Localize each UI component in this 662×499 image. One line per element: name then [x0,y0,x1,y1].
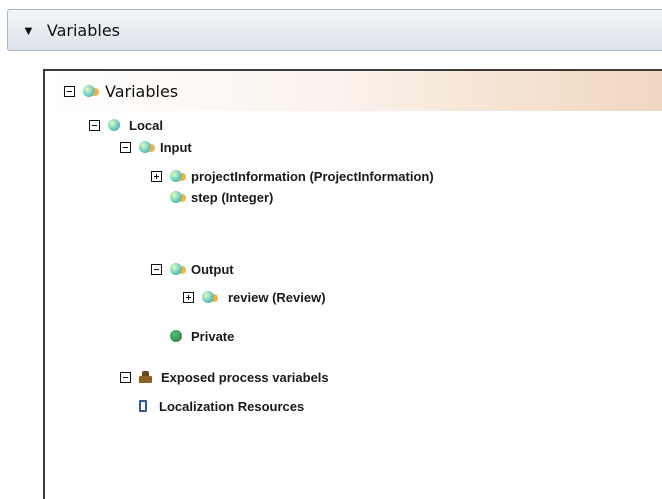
tree-node-variables[interactable]: Variables [64,81,179,101]
tree-node-label: Private [191,328,235,344]
resource-file-icon [139,400,147,412]
tree-node-review[interactable]: review (Review) [183,288,326,306]
variable-globe-icon [83,85,95,97]
collapse-toggle-icon[interactable] [151,263,162,275]
tree-node-step[interactable]: step (Integer) [151,188,273,206]
process-person-icon [139,371,152,383]
variable-globe-icon [170,191,182,203]
tree-node-label: Output [191,261,234,277]
tree-node-label: Local [129,117,163,133]
expand-toggle-icon[interactable] [151,170,162,182]
variable-globe-icon [170,170,182,182]
tree-node-label: projectInformation (ProjectInformation) [191,168,434,184]
tree-node-input[interactable]: Input [120,138,192,156]
tree-node-label: Input [160,139,192,155]
tree-node-label: Variables [105,81,179,101]
variable-globe-icon [139,141,151,153]
variable-globe-icon [170,263,182,275]
tree-node-private[interactable]: Private [151,327,234,345]
section-title: Variables [46,20,120,40]
collapse-toggle-icon[interactable] [89,119,100,131]
collapse-toggle-icon[interactable] [120,371,131,383]
tree-node-label: review (Review) [228,289,326,305]
collapse-toggle-icon[interactable] [120,141,131,153]
variables-section-header[interactable]: ▼ Variables [7,9,662,51]
tree-node-exposed[interactable]: Exposed process variabels [120,368,329,386]
tree-node-label: Localization Resources [159,398,305,414]
tree-node-output[interactable]: Output [151,260,234,278]
variable-globe-icon [108,119,120,131]
variable-globe-icon [202,291,214,303]
tree-node-projectinformation[interactable]: projectInformation (ProjectInformation) [151,167,434,185]
private-ball-icon [170,330,182,342]
variables-tree-panel: Variables Local Input projectInformation… [43,69,662,499]
collapse-toggle-icon[interactable] [64,85,75,97]
tree-node-label: Exposed process variabels [161,369,329,385]
tree-node-localization[interactable]: Localization Resources [120,397,304,415]
tree-node-local[interactable]: Local [89,116,163,134]
collapse-caret-icon[interactable]: ▼ [22,23,35,38]
tree-node-label: step (Integer) [191,189,274,205]
expand-toggle-icon[interactable] [183,291,194,303]
